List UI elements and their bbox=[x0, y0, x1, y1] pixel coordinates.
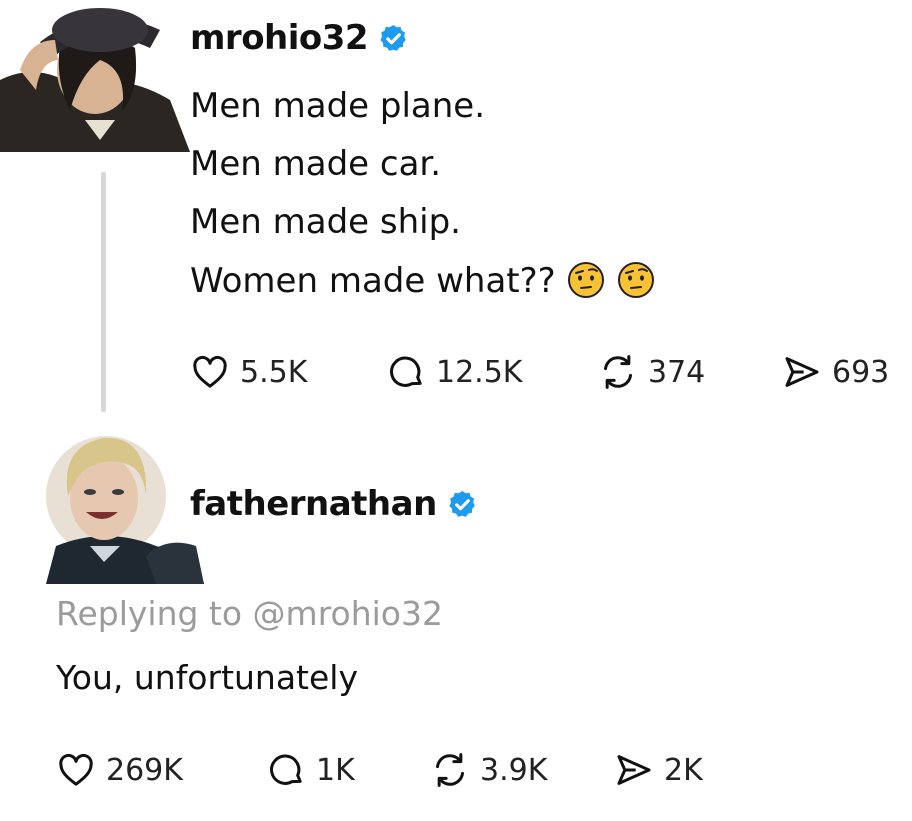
like-count: 5.5K bbox=[240, 354, 308, 390]
share-count: 2K bbox=[664, 752, 703, 788]
share-icon bbox=[785, 357, 819, 387]
repost-icon bbox=[436, 753, 464, 787]
comment-count: 12.5K bbox=[436, 354, 523, 390]
replying-handle[interactable]: @mrohio32 bbox=[253, 594, 443, 633]
comment-button[interactable]: 1K bbox=[266, 750, 355, 790]
post-line: Men made ship. bbox=[190, 202, 461, 242]
raised-eyebrow-emoji-icon bbox=[617, 262, 654, 298]
share-button[interactable]: 693 bbox=[782, 352, 889, 392]
post-author: mrohio32 bbox=[190, 18, 409, 58]
repost-count: 3.9K bbox=[480, 752, 548, 788]
username[interactable]: mrohio32 bbox=[190, 18, 369, 58]
comment-count: 1K bbox=[316, 752, 355, 788]
replying-prefix: Replying to bbox=[56, 594, 243, 633]
verified-badge-icon bbox=[449, 490, 475, 517]
share-button[interactable]: 2K bbox=[614, 750, 703, 790]
comment-icon bbox=[390, 356, 422, 387]
comment-icon bbox=[270, 754, 302, 785]
raised-eyebrow-emoji-icon bbox=[567, 262, 604, 298]
post-line-last: Women made what?? bbox=[190, 260, 656, 301]
post-line-text: Women made what?? bbox=[190, 261, 556, 301]
repost-count: 374 bbox=[648, 354, 706, 390]
avatar-fathernathan[interactable] bbox=[46, 416, 204, 584]
repost-button[interactable]: 374 bbox=[598, 352, 705, 392]
comment-button[interactable]: 12.5K bbox=[386, 352, 522, 392]
like-button[interactable]: 269K bbox=[56, 750, 183, 790]
share-icon bbox=[617, 755, 651, 785]
post-line: Men made plane. bbox=[190, 86, 486, 126]
repost-icon bbox=[604, 355, 632, 389]
verified-badge-icon bbox=[380, 24, 406, 51]
replying-to: Replying to @mrohio32 bbox=[56, 594, 443, 633]
reply-author: fathernathan bbox=[190, 484, 478, 524]
like-count: 269K bbox=[106, 752, 183, 788]
heart-icon bbox=[59, 753, 93, 786]
heart-icon bbox=[193, 355, 227, 388]
username[interactable]: fathernathan bbox=[190, 484, 437, 524]
reply-text: You, unfortunately bbox=[56, 658, 358, 697]
avatar-mrohio32[interactable] bbox=[0, 0, 190, 152]
post-line: Men made car. bbox=[190, 144, 442, 184]
thread-line bbox=[101, 172, 106, 412]
like-button[interactable]: 5.5K bbox=[190, 352, 307, 392]
share-count: 693 bbox=[832, 354, 890, 390]
repost-button[interactable]: 3.9K bbox=[430, 750, 547, 790]
